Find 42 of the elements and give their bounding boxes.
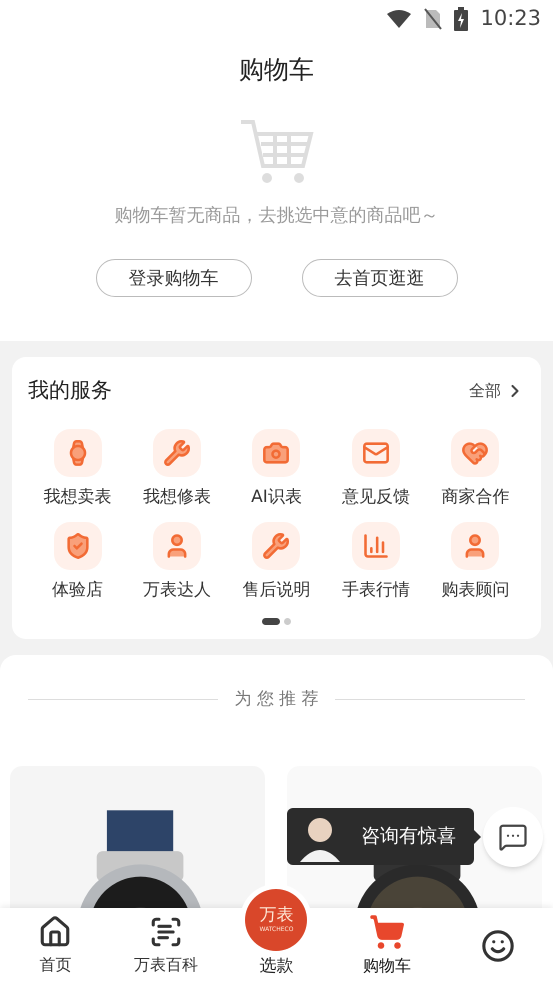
empty-cart-message: 购物车暂无商品，去挑选中意的商品吧～ (114, 204, 438, 228)
service-item[interactable]: 手表行情 (326, 522, 426, 604)
status-time: 10:23 (480, 5, 541, 32)
service-item[interactable]: 我想修表 (127, 428, 227, 510)
profile-icon (480, 928, 515, 962)
service-item[interactable]: 我想卖表 (28, 428, 128, 510)
all-services-link[interactable]: 全部 (469, 378, 525, 403)
list-icon (148, 914, 183, 948)
consult-tooltip[interactable]: 咨询有惊喜 (287, 808, 474, 865)
go-home-button[interactable]: 去首页逛逛 (302, 259, 458, 297)
service-item[interactable]: 意见反馈 (326, 428, 426, 510)
service-item[interactable]: 体验店 (28, 522, 128, 604)
person-icon (153, 522, 202, 570)
tab-item[interactable]: 首页 (0, 908, 111, 983)
service-item[interactable]: 购表顾问 (426, 522, 525, 604)
login-cart-button[interactable]: 登录购物车 (96, 259, 252, 297)
tab-item[interactable]: 购物车 (332, 908, 442, 983)
chat-icon (498, 822, 528, 852)
wrench-icon (153, 428, 202, 476)
page-title: 购物车 (239, 54, 314, 86)
empty-cart-icon (238, 118, 314, 186)
person-icon (451, 522, 500, 570)
service-item[interactable]: 售后说明 (226, 522, 326, 604)
camera-icon (252, 428, 300, 476)
consult-text: 咨询有惊喜 (361, 824, 456, 850)
bar-chart-icon (352, 522, 400, 570)
watch-icon (54, 428, 102, 476)
recommend-title: 为 您 推 荐 (234, 688, 319, 710)
home-icon (38, 914, 72, 948)
shield-icon (54, 522, 102, 570)
envelope-icon (352, 428, 400, 476)
cart-icon (369, 914, 406, 950)
battery-icon (454, 7, 468, 31)
services-title: 我的服务 (28, 377, 112, 404)
wifi-icon (386, 9, 412, 29)
service-item[interactable]: AI识表 (226, 428, 326, 510)
service-item[interactable]: 商家合作 (426, 428, 525, 510)
tab-item[interactable]: 万表百科 (110, 908, 222, 983)
no-sim-icon (424, 8, 442, 30)
wrench-icon (252, 522, 300, 570)
service-item[interactable]: 万表达人 (127, 522, 227, 604)
heart-icon (451, 428, 500, 476)
